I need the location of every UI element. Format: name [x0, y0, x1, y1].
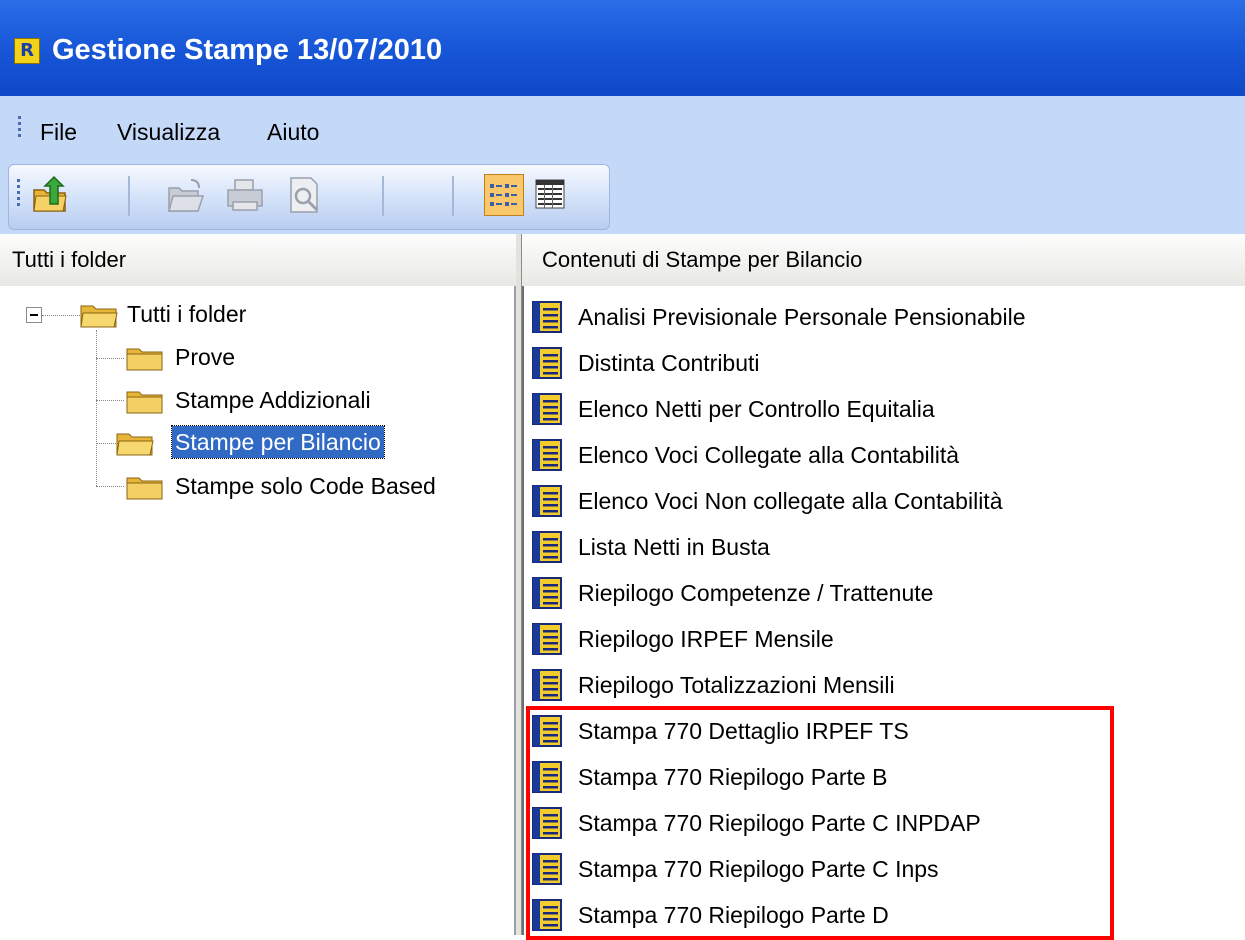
- open-folder-icon: [168, 179, 205, 212]
- tree-node-label: Tutti i folder: [127, 301, 247, 327]
- left-pane-title: Tutti i folder: [12, 247, 127, 272]
- list-view-button[interactable]: [484, 174, 524, 216]
- report-item[interactable]: Lista Netti in Busta: [532, 528, 1232, 566]
- report-item[interactable]: Riepilogo IRPEF Mensile: [532, 620, 1232, 658]
- menu-file-label: File: [40, 119, 78, 145]
- menu-visualizza-label: Visualizza: [117, 119, 221, 145]
- tree-collapse-icon[interactable]: [26, 307, 42, 323]
- report-item-label: Lista Netti in Busta: [578, 534, 770, 560]
- print-preview-button[interactable]: [285, 174, 325, 216]
- details-view-icon: [535, 179, 565, 209]
- report-icon: [532, 347, 562, 379]
- report-item-label: Elenco Voci Non collegate alla Contabili…: [578, 488, 1003, 514]
- tree-node-label-selected: Stampe per Bilancio: [171, 425, 385, 459]
- report-icon: [532, 439, 562, 471]
- folder-open-icon: [80, 305, 118, 328]
- details-view-button[interactable]: [530, 174, 570, 216]
- report-item-label: Distinta Contributi: [578, 350, 760, 376]
- tree-line: [96, 330, 97, 486]
- report-item-label: Riepilogo Competenze / Trattenute: [578, 580, 934, 606]
- folder-icon: [126, 348, 163, 371]
- report-icon: [532, 531, 562, 563]
- left-pane-header: Tutti i folder: [0, 234, 516, 287]
- print-icon: [227, 179, 263, 211]
- report-icon: [532, 669, 562, 701]
- menu-grip-icon: [18, 116, 21, 140]
- tree-line: [96, 486, 124, 487]
- menu-aiuto[interactable]: Aiuto: [267, 119, 319, 146]
- report-icon: [532, 623, 562, 655]
- tree-node-root[interactable]: Tutti i folder: [80, 298, 380, 332]
- open-button[interactable]: [165, 174, 205, 216]
- tree-node-prove[interactable]: Prove: [126, 341, 426, 375]
- folder-up-icon: [33, 175, 67, 212]
- highlight-box: [526, 706, 1114, 940]
- tree-node-label: Stampe Addizionali: [175, 387, 371, 413]
- folder-icon: [126, 477, 163, 500]
- window-title: Gestione Stampe 13/07/2010: [52, 34, 443, 66]
- tree-node-label: Stampe solo Code Based: [175, 473, 436, 499]
- report-item[interactable]: Riepilogo Totalizzazioni Mensili: [532, 666, 1232, 704]
- app-r-icon: R: [14, 38, 40, 64]
- folder-icon: [126, 391, 163, 414]
- report-item-label: Riepilogo Totalizzazioni Mensili: [578, 672, 895, 698]
- report-item[interactable]: Riepilogo Competenze / Trattenute: [532, 574, 1232, 612]
- menu-visualizza[interactable]: Visualizza: [117, 119, 220, 146]
- report-icon: [532, 485, 562, 517]
- print-preview-icon: [290, 177, 319, 213]
- title-bar[interactable]: R Gestione Stampe 13/07/2010: [0, 0, 1245, 96]
- report-item-label: Analisi Previsionale Personale Pensionab…: [578, 304, 1026, 330]
- report-item[interactable]: Elenco Voci Non collegate alla Contabili…: [532, 482, 1232, 520]
- report-item-label: Riepilogo IRPEF Mensile: [578, 626, 834, 652]
- toolbar-separator: [452, 176, 454, 216]
- tree-node-label: Prove: [175, 344, 236, 370]
- tree-node-stampe-solo-code-based[interactable]: Stampe solo Code Based: [126, 470, 516, 504]
- menu-aiuto-label: Aiuto: [267, 119, 320, 145]
- tree-line: [96, 400, 124, 401]
- report-item-label: Elenco Voci Collegate alla Contabilità: [578, 442, 960, 468]
- report-item[interactable]: Analisi Previsionale Personale Pensionab…: [532, 298, 1232, 336]
- report-item[interactable]: Elenco Voci Collegate alla Contabilità: [532, 436, 1232, 474]
- toolbar-grip-icon: [17, 179, 20, 209]
- toolbar-separator: [382, 176, 384, 216]
- print-button[interactable]: [225, 174, 265, 216]
- report-item[interactable]: Distinta Contributi: [532, 344, 1232, 382]
- folder-open-icon: [116, 433, 154, 456]
- tree-node-stampe-addizionali[interactable]: Stampe Addizionali: [126, 384, 506, 418]
- report-item-label: Elenco Netti per Controllo Equitalia: [578, 396, 935, 422]
- menu-file[interactable]: File: [40, 119, 77, 146]
- report-icon: [532, 393, 562, 425]
- report-icon: [532, 577, 562, 609]
- report-item[interactable]: Elenco Netti per Controllo Equitalia: [532, 390, 1232, 428]
- tree-node-stampe-per-bilancio[interactable]: Stampe per Bilancio: [116, 425, 496, 460]
- right-pane-title: Contenuti di Stampe per Bilancio: [542, 247, 863, 272]
- tree-line: [96, 358, 124, 359]
- tree-line: [42, 315, 84, 316]
- folder-up-button[interactable]: [30, 174, 70, 216]
- right-pane-header: Contenuti di Stampe per Bilancio: [522, 234, 1245, 287]
- list-view-icon: [490, 184, 517, 206]
- report-icon: [532, 301, 562, 333]
- toolbar-separator: [128, 176, 130, 216]
